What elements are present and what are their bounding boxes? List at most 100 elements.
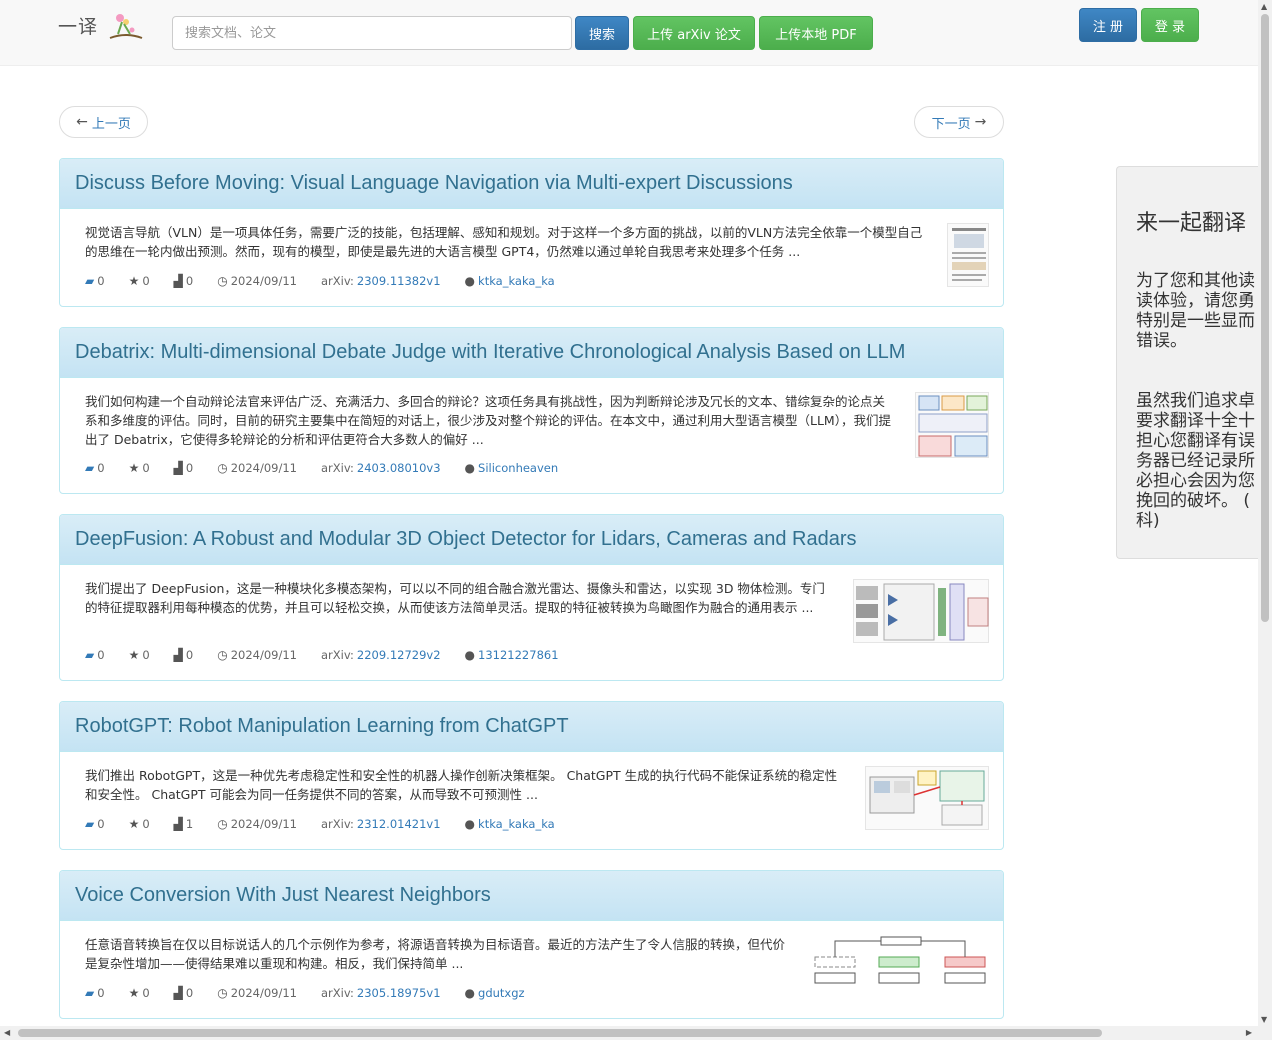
view-count: 0 xyxy=(185,986,194,1000)
comment-icon: ▰ xyxy=(85,274,95,288)
star-icon: ★ xyxy=(128,274,140,288)
paper-date: 2024/09/11 xyxy=(230,648,297,662)
upload-pdf-button[interactable]: 上传本地 PDF xyxy=(759,16,873,50)
paper-card: DeepFusion: A Robust and Modular 3D Obje… xyxy=(59,514,1004,681)
paper-title[interactable]: Discuss Before Moving: Visual Language N… xyxy=(75,172,793,195)
horizontal-scrollbar[interactable]: ◀ ▶ xyxy=(0,1026,1258,1040)
panel-line: 务器已经记录所 xyxy=(1136,451,1255,471)
user-link[interactable]: 13121227861 xyxy=(478,648,558,662)
translate-info-panel: 来一起翻译 为了您和其他读 读体验，请您勇 特别是一些显而 错误。 虽然我们追求… xyxy=(1116,166,1258,559)
paper-card: Voice Conversion With Just Nearest Neigh… xyxy=(59,870,1004,1019)
logo-icon[interactable] xyxy=(108,10,144,42)
user-icon: ● xyxy=(464,274,476,288)
comment-icon: ▰ xyxy=(85,986,95,1000)
clock-icon: ◷ xyxy=(217,274,228,288)
panel-paragraph-1: 为了您和其他读 读体验，请您勇 特别是一些显而 错误。 xyxy=(1136,271,1258,351)
stats-icon: ▟ xyxy=(173,461,183,475)
comment-count: 0 xyxy=(97,817,105,831)
paper-meta: ▰ 0 ★ 0 ▟ 0 ◷ 2024/09/11 arXiv: 2209.12729v2 … xyxy=(85,648,583,662)
clock-icon: ◷ xyxy=(217,648,228,662)
user-icon: ● xyxy=(464,648,476,662)
horizontal-scroll-thumb[interactable] xyxy=(18,1029,1102,1037)
scroll-up-icon[interactable]: ▲ xyxy=(1261,2,1267,11)
paper-meta: ▰ 0 ★ 0 ▟ 1 ◷ 2024/09/11 arXiv: 2312.01421v1 … xyxy=(85,817,579,831)
paper-date: 2024/09/11 xyxy=(230,817,297,831)
upload-arxiv-button[interactable]: 上传 arXiv 论文 xyxy=(633,16,755,50)
arxiv-prefix: arXiv: xyxy=(321,461,354,475)
stats-icon: ▟ xyxy=(173,817,183,831)
comment-icon: ▰ xyxy=(85,648,95,662)
scroll-right-icon[interactable]: ▶ xyxy=(1246,1028,1252,1037)
prev-page-button[interactable]: ← 上一页 xyxy=(59,106,148,138)
paper-meta: ▰ 0 ★ 0 ▟ 0 ◷ 2024/09/11 arXiv: 2403.08010v3 … xyxy=(85,461,582,475)
vertical-scrollbar[interactable]: ▲ ▼ xyxy=(1258,0,1272,1040)
arrow-right-icon: → xyxy=(974,114,987,130)
view-count: 0 xyxy=(185,274,194,288)
arxiv-link[interactable]: 2403.08010v3 xyxy=(357,461,441,475)
paper-meta: ▰ 0 ★ 0 ▟ 0 ◷ 2024/09/11 arXiv: 2309.11382v1 … xyxy=(85,274,579,288)
paper-meta: ▰ 0 ★ 0 ▟ 0 ◷ 2024/09/11 arXiv: 2305.18975v1 … xyxy=(85,986,549,1000)
clock-icon: ◷ xyxy=(217,461,228,475)
view-count: 1 xyxy=(185,817,194,831)
paper-title[interactable]: RobotGPT: Robot Manipulation Learning fr… xyxy=(75,715,569,738)
star-count: 0 xyxy=(142,274,150,288)
comment-count: 0 xyxy=(97,461,105,475)
paper-card-header: RobotGPT: Robot Manipulation Learning fr… xyxy=(60,702,1003,752)
paper-thumbnail[interactable] xyxy=(947,223,989,287)
vertical-scroll-thumb[interactable] xyxy=(1261,14,1269,622)
scroll-left-icon[interactable]: ◀ xyxy=(4,1028,10,1037)
paper-thumbnail[interactable] xyxy=(853,579,989,643)
panel-line: 挽回的破坏。 ( xyxy=(1136,491,1251,511)
clock-icon: ◷ xyxy=(217,817,228,831)
arxiv-link[interactable]: 2209.12729v2 xyxy=(357,648,441,662)
panel-line: 必担心会因为您 xyxy=(1136,471,1255,491)
paper-card: Discuss Before Moving: Visual Language N… xyxy=(59,158,1004,307)
paper-abstract: 我们如何构建一个自动辩论法官来评估广泛、充满活力、多回合的辩论？这项任务具有挑战… xyxy=(85,394,891,447)
paper-title[interactable]: Debatrix: Multi-dimensional Debate Judge… xyxy=(75,341,905,364)
panel-line: 错误。 xyxy=(1136,331,1187,351)
user-link[interactable]: Siliconheaven xyxy=(478,461,558,475)
clock-icon: ◷ xyxy=(217,986,228,1000)
login-button[interactable]: 登 录 xyxy=(1141,8,1199,42)
top-navbar: 一译 搜索 上传 arXiv 论文 上传本地 PDF 注 册 登 录 xyxy=(0,0,1258,66)
paper-title[interactable]: DeepFusion: A Robust and Modular 3D Obje… xyxy=(75,528,857,551)
search-input[interactable] xyxy=(172,16,572,50)
panel-paragraph-2: 虽然我们追求卓 要求翻译十全十 担心您翻译有误 务器已经记录所 必担心会因为您 … xyxy=(1136,391,1258,531)
panel-line: 要求翻译十全十 xyxy=(1136,411,1255,431)
paper-thumbnail[interactable] xyxy=(915,392,989,458)
arxiv-prefix: arXiv: xyxy=(321,986,354,1000)
search-button[interactable]: 搜索 xyxy=(575,16,629,50)
star-count: 0 xyxy=(142,986,150,1000)
user-icon: ● xyxy=(464,986,476,1000)
star-count: 0 xyxy=(142,817,150,831)
stats-icon: ▟ xyxy=(173,648,183,662)
arxiv-link[interactable]: 2305.18975v1 xyxy=(357,986,441,1000)
paper-thumbnail[interactable] xyxy=(811,935,989,999)
scroll-down-icon[interactable]: ▼ xyxy=(1261,1015,1267,1024)
panel-line: 读体验，请您勇 xyxy=(1136,291,1255,311)
stats-icon: ▟ xyxy=(173,274,183,288)
star-count: 0 xyxy=(142,648,150,662)
star-icon: ★ xyxy=(128,461,140,475)
arxiv-prefix: arXiv: xyxy=(321,274,354,288)
user-link[interactable]: gdutxgz xyxy=(478,986,525,1000)
paper-title[interactable]: Voice Conversion With Just Nearest Neigh… xyxy=(75,884,491,907)
arxiv-link[interactable]: 2312.01421v1 xyxy=(357,817,441,831)
paper-card-header: DeepFusion: A Robust and Modular 3D Obje… xyxy=(60,515,1003,565)
user-link[interactable]: ktka_kaka_ka xyxy=(478,817,555,831)
register-button[interactable]: 注 册 xyxy=(1079,8,1137,42)
panel-line: 为了您和其他读 xyxy=(1136,271,1255,291)
view-count: 0 xyxy=(185,461,194,475)
comment-count: 0 xyxy=(97,648,105,662)
brand-name[interactable]: 一译 xyxy=(58,12,98,39)
comment-icon: ▰ xyxy=(85,461,95,475)
user-link[interactable]: ktka_kaka_ka xyxy=(478,274,555,288)
paper-card: Debatrix: Multi-dimensional Debate Judge… xyxy=(59,327,1004,494)
panel-line: 虽然我们追求卓 xyxy=(1136,391,1255,411)
arxiv-link[interactable]: 2309.11382v1 xyxy=(357,274,441,288)
paper-abstract: 视觉语言导航（VLN）是一项具体任务，需要广泛的技能，包括理解、感知和规划。对于… xyxy=(85,225,923,259)
paper-date: 2024/09/11 xyxy=(230,461,297,475)
next-page-button[interactable]: 下一页 → xyxy=(914,106,1004,138)
star-icon: ★ xyxy=(128,648,140,662)
paper-thumbnail[interactable] xyxy=(865,766,989,830)
